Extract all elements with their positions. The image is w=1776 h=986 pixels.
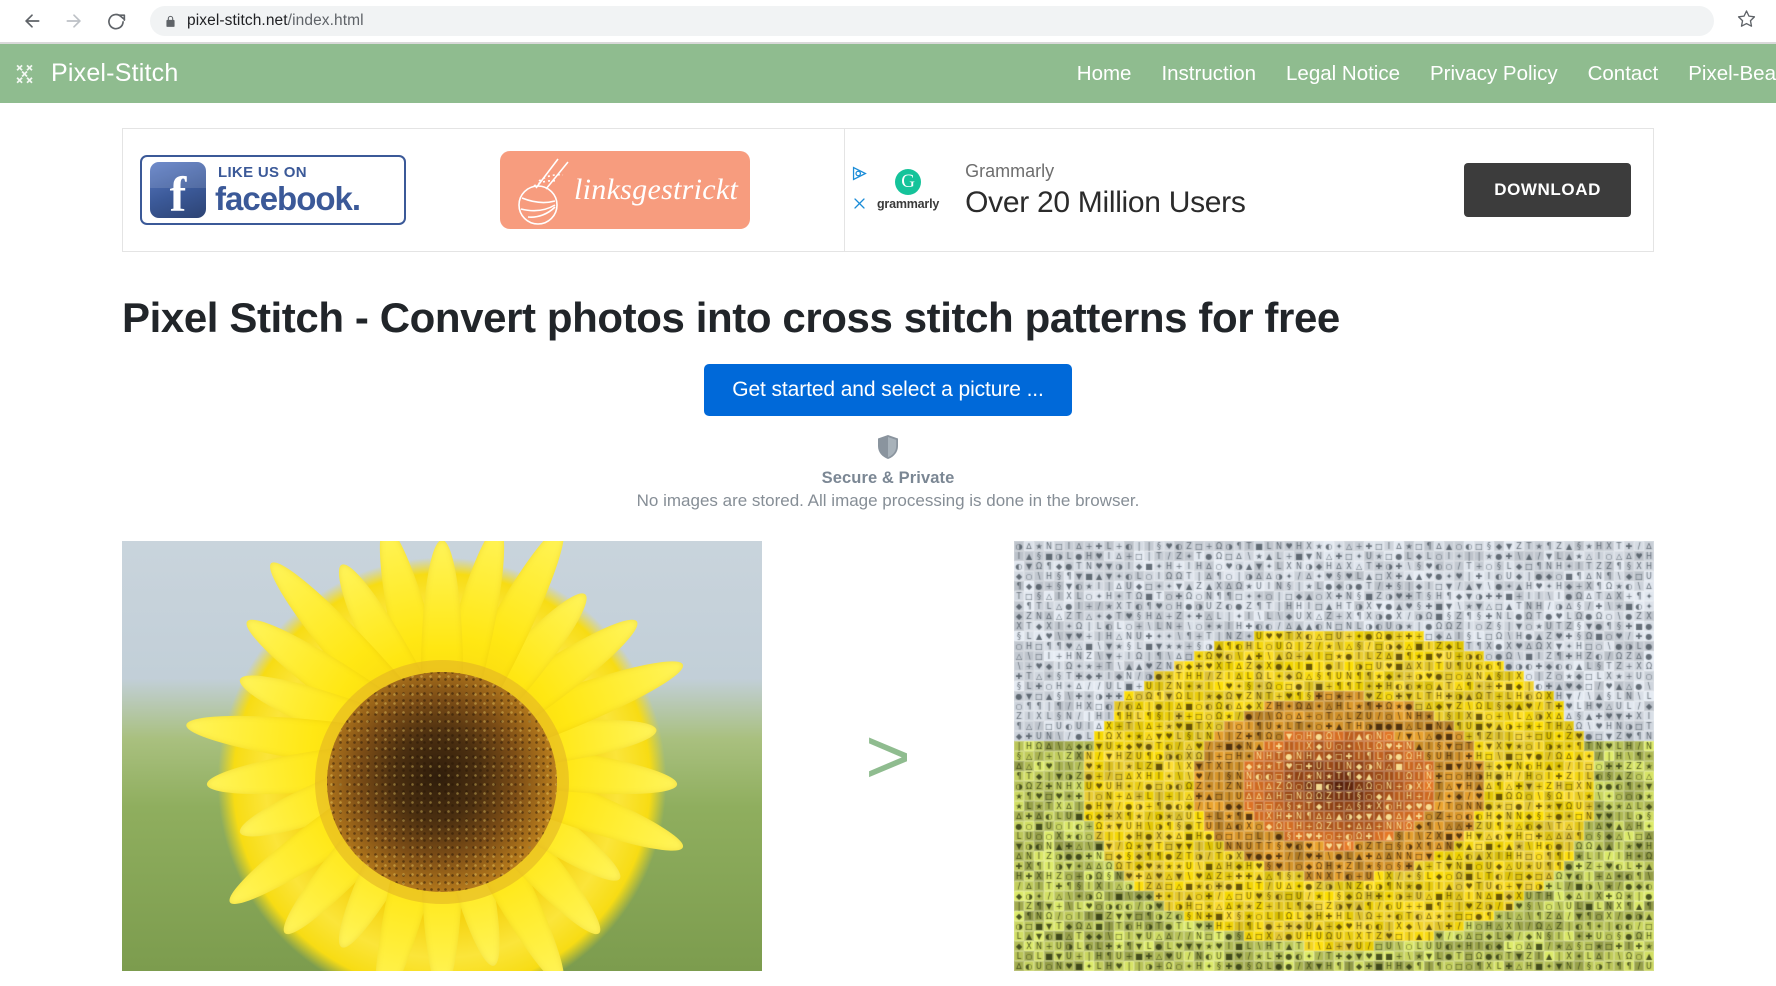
ad-controls bbox=[851, 165, 868, 216]
star-icon bbox=[1737, 9, 1756, 33]
get-started-button[interactable]: Get started and select a picture ... bbox=[704, 364, 1072, 417]
site-navbar: Pixel-Stitch Home Instruction Legal Noti… bbox=[0, 44, 1776, 103]
nav-link-legal-notice[interactable]: Legal Notice bbox=[1286, 62, 1400, 86]
source-photo bbox=[122, 541, 762, 972]
adchoices-icon[interactable] bbox=[851, 165, 868, 187]
grammarly-copy: Grammarly Over 20 Million Users bbox=[965, 161, 1464, 220]
nav-link-instruction[interactable]: Instruction bbox=[1161, 62, 1256, 86]
facebook-logo-icon: f bbox=[150, 162, 206, 218]
facebook-brand-text: facebook. bbox=[215, 180, 361, 217]
address-bar-text: pixel-stitch.net/index.html bbox=[187, 12, 364, 30]
address-bar[interactable]: pixel-stitch.net/index.html bbox=[150, 6, 1714, 36]
yarn-ball-knitting-needles-icon bbox=[506, 153, 584, 229]
nav-link-pixel-beads[interactable]: Pixel-Bea bbox=[1688, 62, 1776, 86]
grammarly-logo: G grammarly bbox=[877, 169, 939, 211]
forward-button[interactable] bbox=[56, 3, 92, 39]
reload-icon bbox=[106, 11, 126, 31]
secure-private-block: Secure & Private No images are stored. A… bbox=[122, 434, 1654, 511]
lock-icon bbox=[164, 14, 177, 29]
close-icon[interactable] bbox=[852, 196, 867, 216]
grammarly-logo-icon: G bbox=[895, 169, 922, 195]
page-content: f LIKE US ON facebook. linksgestrickt G … bbox=[0, 128, 1776, 972]
brand[interactable]: Pixel-Stitch bbox=[14, 59, 178, 88]
result-pattern bbox=[1014, 541, 1654, 972]
grammarly-brand-label: Grammarly bbox=[965, 160, 1055, 181]
nav-link-privacy-policy[interactable]: Privacy Policy bbox=[1430, 62, 1558, 86]
page-title: Pixel Stitch - Convert photos into cross… bbox=[122, 294, 1340, 341]
grammarly-ad[interactable]: G grammarly Grammarly Over 20 Million Us… bbox=[844, 129, 1653, 251]
browser-toolbar: pixel-stitch.net/index.html bbox=[0, 0, 1776, 42]
forward-arrow-icon bbox=[64, 11, 84, 31]
shield-icon bbox=[122, 434, 1654, 465]
ad-banner-row: f LIKE US ON facebook. linksgestrickt G … bbox=[122, 128, 1654, 252]
sunflower-disc bbox=[327, 672, 557, 893]
secure-subtitle: No images are stored. All image processi… bbox=[636, 491, 1140, 511]
grammarly-headline: Over 20 Million Users bbox=[965, 185, 1246, 219]
back-button[interactable] bbox=[14, 3, 50, 39]
nav-links: Home Instruction Legal Notice Privacy Po… bbox=[1077, 62, 1776, 86]
conversion-arrow-icon: > bbox=[865, 712, 911, 801]
nav-link-home[interactable]: Home bbox=[1077, 62, 1132, 86]
secure-title: Secure & Private bbox=[821, 469, 955, 488]
cta-row: Get started and select a picture ... bbox=[122, 364, 1654, 417]
linksgestrickt-banner[interactable]: linksgestrickt bbox=[500, 151, 750, 229]
cross-stitch-logo-icon bbox=[14, 61, 40, 87]
brand-label: Pixel-Stitch bbox=[51, 59, 179, 87]
reload-button[interactable] bbox=[98, 3, 134, 39]
grammarly-logo-text: grammarly bbox=[877, 197, 940, 211]
pattern-canvas bbox=[1014, 541, 1654, 972]
back-arrow-icon bbox=[22, 11, 42, 31]
comparison-row: > bbox=[122, 541, 1654, 972]
bookmark-button[interactable] bbox=[1730, 5, 1762, 37]
facebook-logo-letter: f bbox=[169, 166, 187, 218]
download-button[interactable]: DOWNLOAD bbox=[1464, 163, 1631, 217]
nav-link-contact[interactable]: Contact bbox=[1588, 62, 1659, 86]
url-path: /index.html bbox=[287, 12, 364, 29]
facebook-like-badge[interactable]: f LIKE US ON facebook. bbox=[140, 155, 406, 225]
url-domain: pixel-stitch.net bbox=[187, 12, 288, 29]
facebook-like-text: LIKE US ON bbox=[218, 164, 307, 181]
linksgestrickt-label: linksgestrickt bbox=[574, 173, 739, 206]
